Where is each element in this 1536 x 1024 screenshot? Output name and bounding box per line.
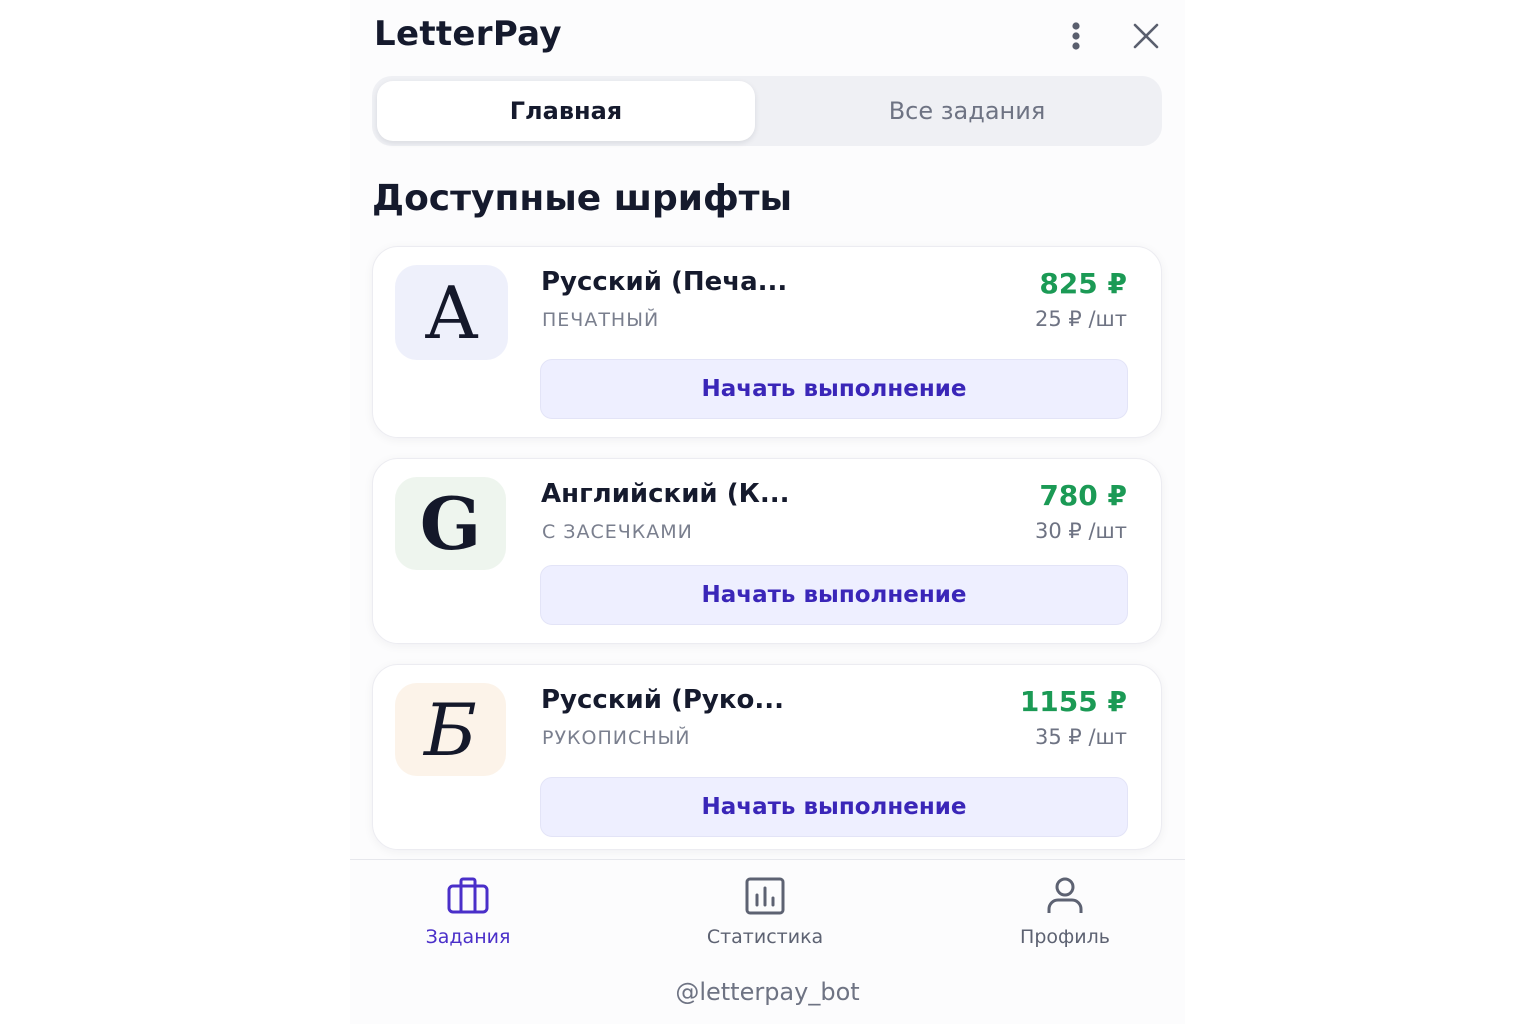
nav-label: Задания xyxy=(425,926,511,948)
font-price: 825 ₽ xyxy=(1039,267,1127,300)
start-task-button[interactable]: Начать выполнение xyxy=(540,777,1128,837)
font-glyph: A xyxy=(425,270,478,355)
font-subtitle: РУКОПИСНЫЙ xyxy=(542,727,691,749)
font-rate: 30 ₽ /шт xyxy=(1035,519,1127,543)
font-rate: 35 ₽ /шт xyxy=(1035,725,1127,749)
more-vertical-icon xyxy=(1072,22,1080,50)
bar-chart-icon xyxy=(745,877,785,915)
font-card: Б Русский (Руко... РУКОПИСНЫЙ 1155 ₽ 35 … xyxy=(372,664,1162,850)
section-title: Доступные шрифты xyxy=(372,178,793,219)
nav-label: Статистика xyxy=(706,926,824,948)
more-menu-button[interactable] xyxy=(1060,18,1092,54)
nav-item-profile[interactable]: Профиль xyxy=(975,876,1155,948)
nav-label: Профиль xyxy=(1020,926,1110,948)
font-rate: 25 ₽ /шт xyxy=(1035,307,1127,331)
close-button[interactable] xyxy=(1128,18,1164,54)
font-title: Русский (Печа... xyxy=(541,267,788,297)
bottom-nav: Задания Статистика Профиль xyxy=(350,859,1185,970)
font-price: 1155 ₽ xyxy=(1019,685,1127,718)
font-glyph: Б xyxy=(424,687,477,772)
font-glyph-icon: Б xyxy=(395,683,506,776)
app-window: LetterPay Главная Все задания Доступные … xyxy=(350,0,1185,1024)
font-title: Русский (Руко... xyxy=(541,685,784,715)
font-card: A Русский (Печа... ПЕЧАТНЫЙ 825 ₽ 25 ₽ /… xyxy=(372,246,1162,438)
font-subtitle: ПЕЧАТНЫЙ xyxy=(542,309,660,331)
nav-item-tasks[interactable]: Задания xyxy=(378,876,558,948)
font-glyph-icon: A xyxy=(395,265,508,360)
font-price: 780 ₽ xyxy=(1039,479,1127,512)
user-icon xyxy=(1047,877,1083,913)
tab-all-tasks[interactable]: Все задания xyxy=(777,81,1157,141)
header: LetterPay xyxy=(350,0,1185,72)
font-title: Английский (К... xyxy=(541,479,790,509)
tab-home[interactable]: Главная xyxy=(377,81,755,141)
app-title: LetterPay xyxy=(374,14,562,54)
font-glyph: G xyxy=(419,481,482,566)
font-glyph-icon: G xyxy=(395,477,506,570)
font-subtitle: С ЗАСЕЧКАМИ xyxy=(542,521,693,543)
nav-item-statistics[interactable]: Статистика xyxy=(675,876,855,948)
tab-bar: Главная Все задания xyxy=(372,76,1162,146)
font-card: G Английский (К... С ЗАСЕЧКАМИ 780 ₽ 30 … xyxy=(372,458,1162,644)
start-task-button[interactable]: Начать выполнение xyxy=(540,359,1128,419)
briefcase-icon xyxy=(447,877,489,914)
close-icon xyxy=(1133,23,1159,49)
start-task-button[interactable]: Начать выполнение xyxy=(540,565,1128,625)
bot-handle: @letterpay_bot xyxy=(675,978,860,1006)
